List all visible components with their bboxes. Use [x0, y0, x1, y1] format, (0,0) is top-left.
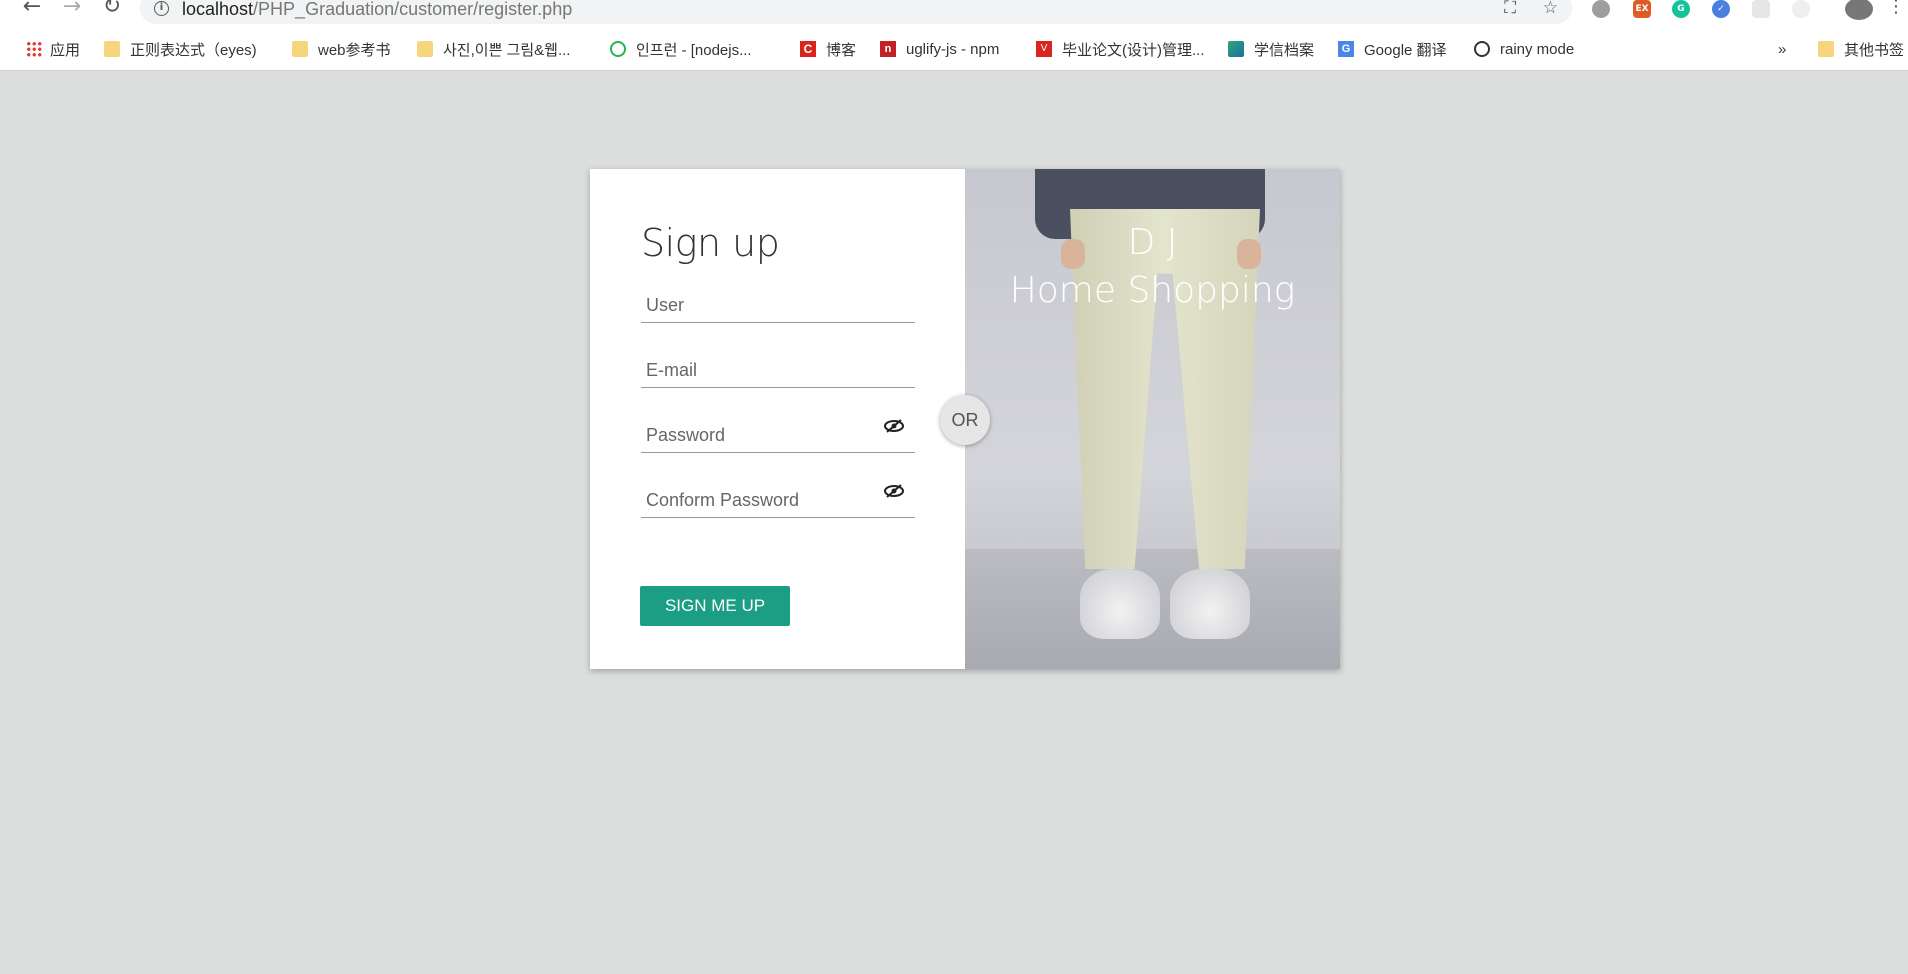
bookmark-label: 应用: [50, 41, 81, 59]
globe-extension-icon[interactable]: [1592, 0, 1610, 18]
bookmark-label: rainy mode: [1500, 40, 1575, 58]
bookmark-folder-photos[interactable]: 사진,이쁜 그림&웹...: [417, 36, 570, 62]
url-path: /PHP_Graduation/customer/register.php: [253, 0, 573, 19]
back-arrow-icon[interactable]: ←: [20, 0, 44, 18]
user-input[interactable]: [641, 279, 915, 322]
xuexin-icon: [1228, 41, 1244, 57]
bookmark-folder-web[interactable]: web参考书: [292, 36, 391, 62]
folder-icon: [104, 41, 120, 57]
google-translate-icon: G: [1338, 41, 1354, 57]
bookmark-label: 博客: [826, 41, 857, 59]
email-input[interactable]: [641, 344, 915, 387]
bookmark-label: 인프런 - [nodejs...: [636, 41, 752, 59]
check-extension-icon[interactable]: ✓: [1712, 0, 1730, 18]
profile-avatar[interactable]: [1845, 0, 1873, 20]
url-host: localhost: [182, 0, 254, 19]
signup-form: Sign up SIGN ME UP: [590, 169, 965, 669]
folder-icon: [417, 41, 433, 57]
info-icon[interactable]: i: [154, 1, 169, 16]
chrome-divider: [0, 70, 1908, 71]
eye-slash-icon[interactable]: [883, 484, 905, 498]
bookmark-folder-regex[interactable]: 正则表达式（eyes): [104, 36, 257, 62]
apps-grid-icon: [26, 41, 42, 57]
address-bar[interactable]: i localhost/PHP_Graduation/customer/regi…: [140, 0, 1572, 24]
bookmark-label: 사진,이쁜 그림&웹...: [443, 41, 571, 59]
csdn-icon: C: [800, 41, 816, 57]
sign-me-up-button[interactable]: SIGN ME UP: [640, 586, 790, 626]
bookmark-label: uglify-js - npm: [906, 40, 1000, 58]
password-field[interactable]: [641, 409, 915, 453]
folder-icon: [292, 41, 308, 57]
browser-chrome: ← → ↻ i localhost/PHP_Graduation/custome…: [0, 0, 1908, 70]
address-url[interactable]: localhost/PHP_Graduation/customer/regist…: [182, 0, 572, 20]
page-title: Sign up: [641, 221, 780, 265]
npm-icon: n: [880, 41, 896, 57]
bookmark-apps[interactable]: 应用: [26, 36, 80, 62]
bookmark-blog[interactable]: C 博客: [800, 36, 856, 62]
overflow-chevron-icon: »: [1778, 40, 1787, 58]
bookmark-inflearn[interactable]: 인프런 - [nodejs...: [610, 36, 752, 62]
hero-image: D J Home Shopping: [965, 169, 1340, 669]
confirm-password-input[interactable]: [641, 474, 915, 517]
signup-card: Sign up SIGN ME UP OR: [590, 169, 1340, 669]
password-input[interactable]: [641, 409, 915, 452]
rainy-mode-icon: [1474, 41, 1490, 57]
email-field[interactable]: [641, 344, 915, 388]
right-shoe-shape: [1170, 569, 1250, 639]
menu-dots-icon[interactable]: ⋮: [1884, 0, 1908, 18]
user-field[interactable]: [641, 279, 915, 323]
brand-line-1: D J: [1127, 222, 1178, 263]
blank-extension-icon[interactable]: [1752, 0, 1770, 18]
bookmark-label: 学信档案: [1254, 41, 1315, 59]
bookmark-label: 正则表达式（eyes): [130, 41, 257, 59]
left-shoe-shape: [1080, 569, 1160, 639]
bookmark-google-translate[interactable]: G Google 翻译: [1338, 36, 1447, 62]
bookmark-label: web参考书: [318, 41, 391, 59]
bookmarks-overflow-button[interactable]: »: [1778, 36, 1786, 62]
or-divider-badge: OR: [940, 395, 990, 445]
folder-icon: [1818, 41, 1834, 57]
forward-arrow-icon[interactable]: →: [60, 0, 84, 18]
brand-line-2: Home Shopping: [1009, 270, 1296, 311]
bookmark-npm[interactable]: n uglify-js - npm: [880, 36, 999, 62]
brand-heading: D J Home Shopping: [965, 219, 1340, 315]
bookmark-other[interactable]: 其他书签: [1818, 36, 1904, 62]
bookmark-rainy-mode[interactable]: rainy mode: [1474, 36, 1574, 62]
circle-extension-icon[interactable]: [1792, 0, 1810, 18]
bookmark-label: 其他书签: [1844, 41, 1905, 59]
inflearn-icon: [610, 41, 626, 57]
bookmark-label: 毕业论文(设计)管理...: [1062, 41, 1205, 59]
grammarly-icon[interactable]: G: [1672, 0, 1690, 18]
thesis-icon: V: [1036, 41, 1052, 57]
bookmark-label: Google 翻译: [1364, 41, 1447, 59]
reload-icon[interactable]: ↻: [100, 0, 124, 18]
translate-icon[interactable]: ⛶: [1504, 0, 1516, 18]
bookmark-thesis[interactable]: V 毕业论文(设计)管理...: [1036, 36, 1205, 62]
browser-toolbar: ← → ↻ i localhost/PHP_Graduation/custome…: [0, 0, 1908, 24]
ex-extension-icon[interactable]: EX: [1633, 0, 1651, 18]
bookmarks-bar: 应用 正则表达式（eyes) web参考书 사진,이쁜 그림&웹... 인프런 …: [0, 36, 1908, 62]
bookmark-xuexin[interactable]: 学信档案: [1228, 36, 1314, 62]
confirm-password-field[interactable]: [641, 474, 915, 518]
star-icon[interactable]: ☆: [1543, 0, 1558, 18]
eye-slash-icon[interactable]: [883, 419, 905, 433]
